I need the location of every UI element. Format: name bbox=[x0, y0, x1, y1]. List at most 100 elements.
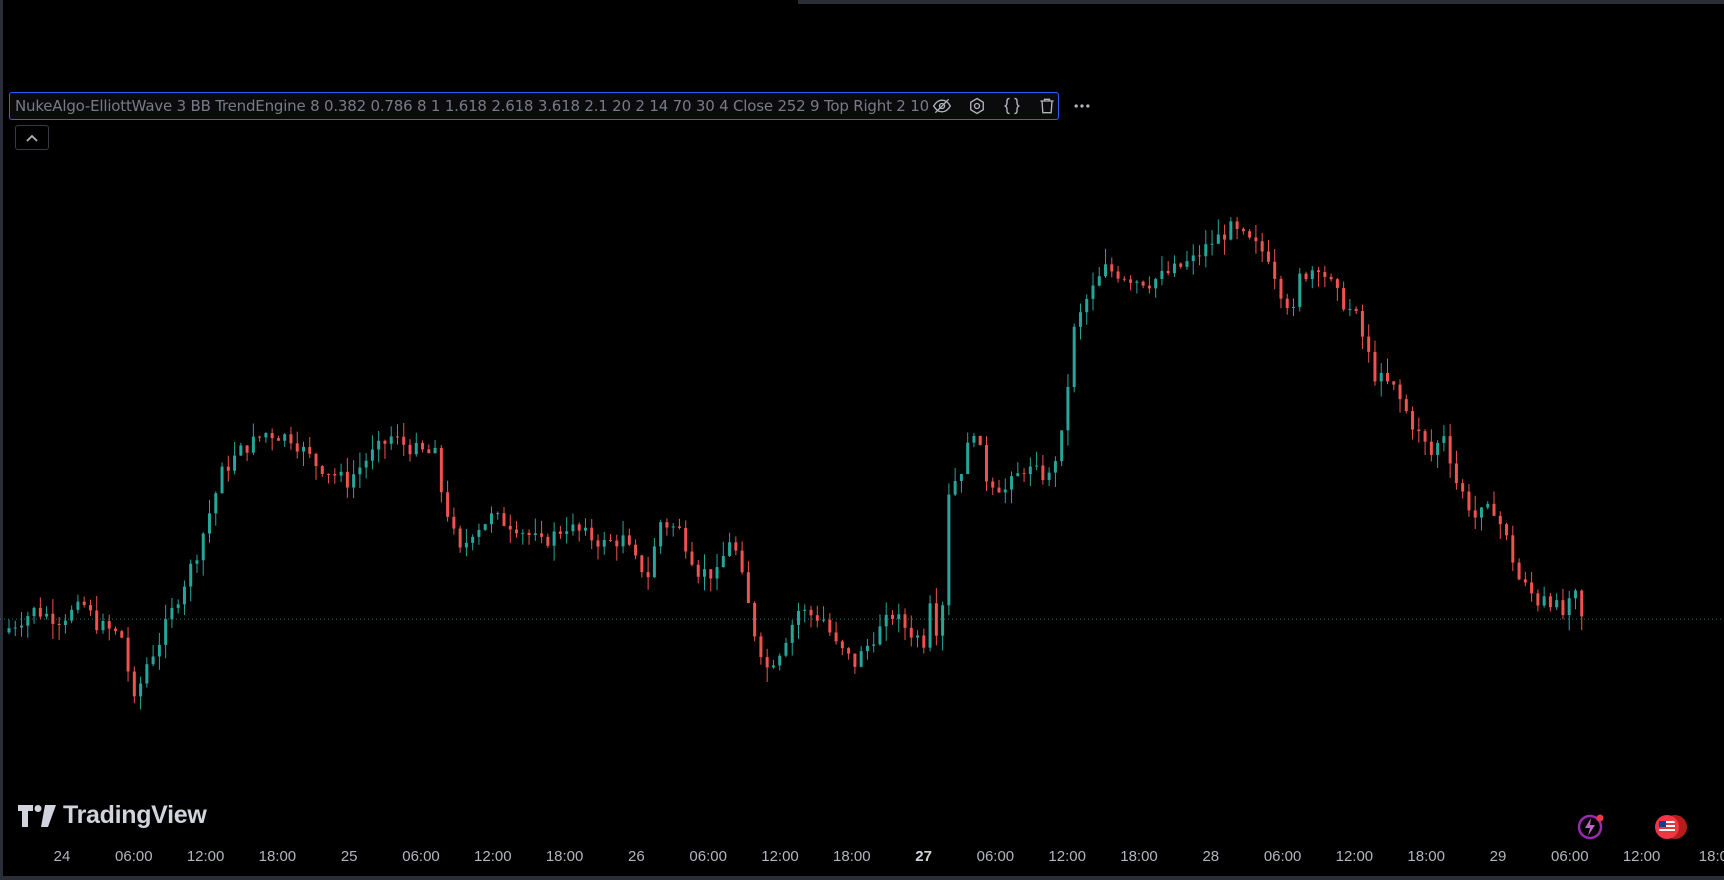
candle bbox=[1053, 456, 1057, 487]
candle-body bbox=[120, 631, 124, 638]
time-tick: 18:00 bbox=[258, 848, 297, 865]
candle bbox=[45, 606, 49, 620]
candle bbox=[1210, 230, 1214, 256]
candle bbox=[88, 599, 92, 616]
candle-body bbox=[577, 524, 581, 531]
candle-body bbox=[1442, 436, 1446, 443]
candle-body bbox=[1254, 237, 1258, 242]
candle-body bbox=[558, 531, 562, 534]
candle bbox=[189, 559, 193, 602]
time-tick: 29 bbox=[1489, 848, 1507, 865]
candle bbox=[427, 444, 431, 454]
candle-body bbox=[521, 532, 525, 534]
candle-body bbox=[565, 531, 569, 534]
candle bbox=[1486, 501, 1490, 510]
candle bbox=[20, 612, 24, 637]
time-tick: 12:00 bbox=[761, 848, 799, 865]
candle bbox=[421, 440, 425, 453]
candle-body bbox=[208, 513, 212, 534]
candle bbox=[508, 514, 512, 543]
candle-body bbox=[427, 449, 431, 454]
candle-body bbox=[226, 466, 230, 471]
lightning-icon[interactable] bbox=[1576, 812, 1606, 842]
candle-body bbox=[1542, 596, 1546, 606]
candle bbox=[1555, 593, 1559, 611]
candle bbox=[220, 462, 224, 494]
candle bbox=[890, 610, 894, 625]
candle-body bbox=[1266, 251, 1270, 262]
candle bbox=[853, 653, 857, 674]
candle-body bbox=[784, 642, 788, 656]
candle bbox=[1292, 298, 1296, 316]
candle bbox=[646, 556, 650, 590]
candle bbox=[1536, 589, 1540, 612]
candle-body bbox=[270, 433, 274, 439]
collapse-legend-button[interactable] bbox=[15, 125, 49, 150]
candle bbox=[327, 473, 331, 484]
candle bbox=[107, 614, 111, 641]
candle bbox=[283, 432, 287, 447]
candle-body bbox=[834, 632, 838, 642]
candle bbox=[258, 435, 262, 442]
candle-body bbox=[1492, 503, 1496, 516]
chart-workspace[interactable]: NukeAlgo-ElliottWave 3 BB TrendEngine 8 … bbox=[0, 0, 1724, 880]
candle bbox=[677, 518, 681, 530]
candle bbox=[1523, 571, 1527, 587]
candle bbox=[878, 614, 882, 646]
tradingview-logo[interactable]: TradingView bbox=[18, 801, 207, 830]
candle bbox=[1147, 276, 1151, 294]
more-icon[interactable] bbox=[1069, 95, 1096, 117]
candlestick-chart[interactable] bbox=[0, 0, 1724, 830]
us-flag-icon[interactable] bbox=[1653, 812, 1689, 842]
candle-body bbox=[1479, 507, 1483, 518]
candle-body bbox=[540, 533, 544, 537]
bottom-border bbox=[0, 876, 1724, 880]
candle bbox=[51, 599, 55, 639]
candle bbox=[1266, 240, 1270, 265]
delete-icon[interactable] bbox=[1034, 95, 1061, 117]
candle-body bbox=[1436, 442, 1440, 455]
time-axis[interactable]: 24 06:00 12:00 18:00 25 06:00 12:00 18:00 26 06:0… bbox=[0, 848, 1724, 870]
candle-body bbox=[797, 610, 800, 625]
candle bbox=[1003, 478, 1007, 504]
indicator-label[interactable]: NukeAlgo-ElliottWave 3 BB TrendEngine 8 … bbox=[10, 97, 929, 115]
candle bbox=[1104, 248, 1108, 279]
candle-body bbox=[803, 609, 807, 611]
candle-body bbox=[853, 653, 857, 667]
indicator-legend[interactable]: NukeAlgo-ElliottWave 3 BB TrendEngine 8 … bbox=[9, 92, 1090, 120]
candle-body bbox=[571, 524, 575, 532]
candle bbox=[1335, 277, 1339, 301]
candle bbox=[289, 426, 293, 450]
candle-body bbox=[1304, 273, 1308, 280]
candle-body bbox=[1066, 386, 1070, 431]
candle bbox=[408, 439, 412, 462]
candle bbox=[759, 632, 763, 665]
candle bbox=[1517, 558, 1521, 581]
candle-body bbox=[1072, 326, 1076, 387]
settings-icon[interactable] bbox=[964, 95, 991, 117]
candle-body bbox=[771, 665, 775, 668]
candle bbox=[671, 523, 675, 537]
candle bbox=[95, 596, 99, 634]
candle-body bbox=[358, 467, 362, 475]
candle-body bbox=[7, 628, 11, 633]
candle bbox=[1354, 306, 1358, 314]
candle bbox=[615, 534, 619, 561]
candle bbox=[815, 605, 819, 628]
source-code-icon[interactable] bbox=[999, 95, 1026, 117]
candle bbox=[1022, 468, 1026, 482]
candle bbox=[1110, 257, 1114, 278]
candle-body bbox=[972, 435, 976, 443]
candle-body bbox=[1172, 263, 1176, 274]
candle bbox=[1342, 281, 1346, 312]
candle bbox=[1473, 495, 1477, 529]
candle bbox=[1436, 440, 1440, 468]
candle-body bbox=[1555, 600, 1559, 608]
hide-eye-icon[interactable] bbox=[929, 95, 956, 117]
candle bbox=[665, 518, 669, 536]
time-tick: 18:00 bbox=[1407, 848, 1445, 865]
candle-body bbox=[1417, 429, 1421, 432]
candle bbox=[1172, 255, 1176, 278]
candle-body bbox=[477, 529, 481, 537]
candle bbox=[577, 522, 581, 542]
